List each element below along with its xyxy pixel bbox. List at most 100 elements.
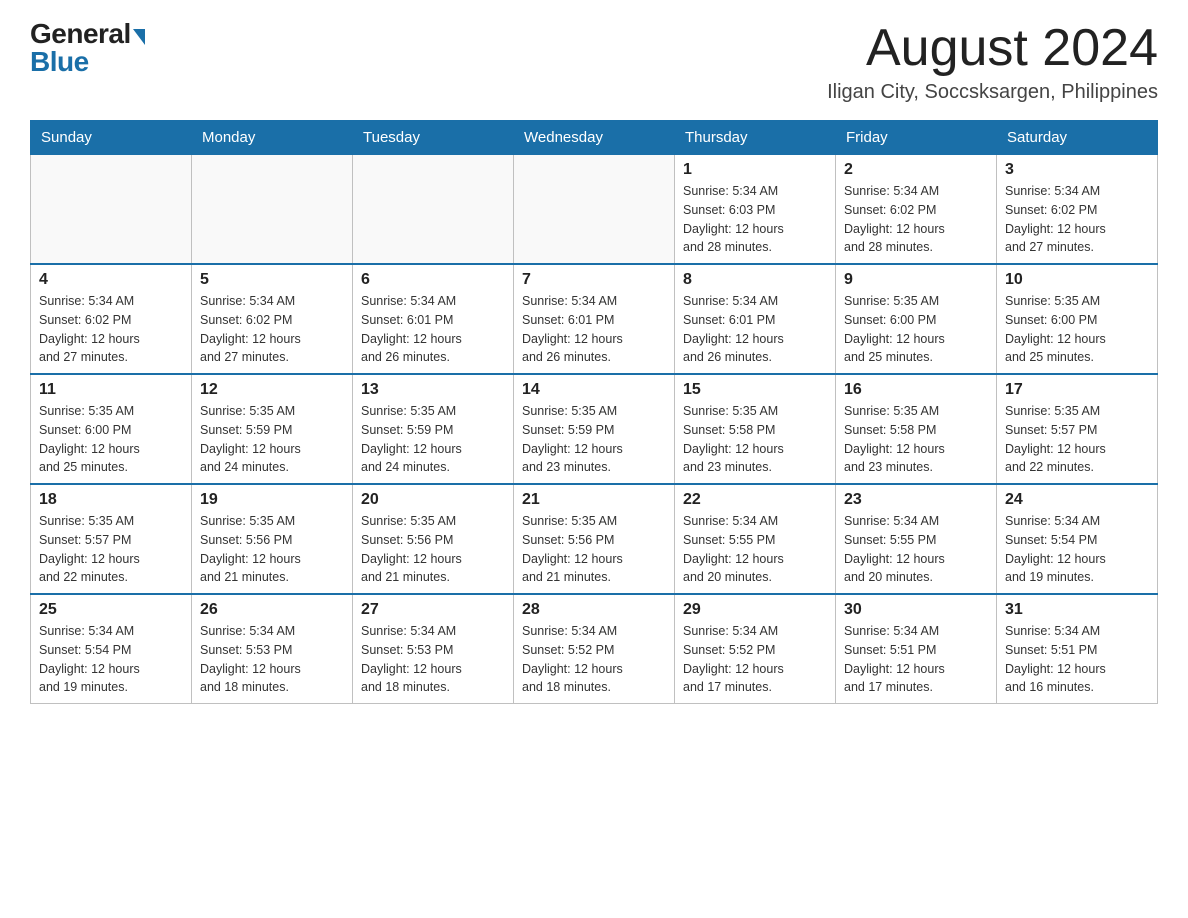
- logo-general-text: General: [30, 20, 131, 48]
- day-info: Sunrise: 5:34 AMSunset: 5:55 PMDaylight:…: [844, 512, 988, 587]
- calendar-cell: 4 Sunrise: 5:34 AMSunset: 6:02 PMDaylight…: [31, 264, 192, 374]
- calendar-cell: 28Sunrise: 5:34 AMSunset: 5:52 PMDayligh…: [514, 594, 675, 704]
- calendar-cell: 27Sunrise: 5:34 AMSunset: 5:53 PMDayligh…: [353, 594, 514, 704]
- calendar-cell: 8 Sunrise: 5:34 AMSunset: 6:01 PMDaylight…: [675, 264, 836, 374]
- calendar-cell: 24 Sunrise: 5:34 AMSunset: 5:54 PMDayligh…: [997, 484, 1158, 594]
- day-info: Sunrise: 5:34 AMSunset: 5:53 PMDaylight:…: [200, 622, 344, 697]
- day-info: Sunrise: 5:34 AMSunset: 6:02 PMDaylight:…: [844, 182, 988, 257]
- calendar-cell: 6 Sunrise: 5:34 AMSunset: 6:01 PMDaylight…: [353, 264, 514, 374]
- day-info: Sunrise: 5:35 AMSunset: 5:57 PMDaylight:…: [39, 512, 183, 587]
- calendar-cell: 19 Sunrise: 5:35 AMSunset: 5:56 PMDayligh…: [192, 484, 353, 594]
- column-header-sunday: Sunday: [31, 121, 192, 155]
- day-number: 9: [844, 271, 988, 289]
- column-header-saturday: Saturday: [997, 121, 1158, 155]
- day-number: 11: [39, 381, 183, 399]
- column-header-friday: Friday: [836, 121, 997, 155]
- day-number: 29: [683, 601, 827, 619]
- calendar-cell: 9 Sunrise: 5:35 AMSunset: 6:00 PMDaylight…: [836, 264, 997, 374]
- day-number: 15: [683, 381, 827, 399]
- day-number: 25: [39, 601, 183, 619]
- day-info: Sunrise: 5:35 AMSunset: 5:57 PMDaylight:…: [1005, 402, 1149, 477]
- day-info: Sunrise: 5:34 AMSunset: 6:02 PMDaylight:…: [39, 292, 183, 367]
- day-info: Sunrise: 5:34 AMSunset: 6:02 PMDaylight:…: [200, 292, 344, 367]
- calendar-cell: 23Sunrise: 5:34 AMSunset: 5:55 PMDayligh…: [836, 484, 997, 594]
- calendar-week-row: 1 Sunrise: 5:34 AMSunset: 6:03 PMDaylight…: [31, 155, 1158, 265]
- day-number: 3: [1005, 161, 1149, 179]
- day-number: 17: [1005, 381, 1149, 399]
- day-info: Sunrise: 5:35 AMSunset: 5:56 PMDaylight:…: [361, 512, 505, 587]
- day-number: 22: [683, 491, 827, 509]
- day-number: 20: [361, 491, 505, 509]
- day-number: 30: [844, 601, 988, 619]
- day-info: Sunrise: 5:35 AMSunset: 5:58 PMDaylight:…: [844, 402, 988, 477]
- calendar-cell: 18Sunrise: 5:35 AMSunset: 5:57 PMDayligh…: [31, 484, 192, 594]
- day-info: Sunrise: 5:35 AMSunset: 5:59 PMDaylight:…: [200, 402, 344, 477]
- calendar-cell: 25 Sunrise: 5:34 AMSunset: 5:54 PMDayligh…: [31, 594, 192, 704]
- column-header-monday: Monday: [192, 121, 353, 155]
- day-info: Sunrise: 5:34 AMSunset: 5:52 PMDaylight:…: [522, 622, 666, 697]
- day-number: 12: [200, 381, 344, 399]
- calendar-table: SundayMondayTuesdayWednesdayThursdayFrid…: [30, 120, 1158, 704]
- calendar-cell: 22 Sunrise: 5:34 AMSunset: 5:55 PMDayligh…: [675, 484, 836, 594]
- page-header: General Blue August 2024 Iligan City, So…: [30, 20, 1158, 104]
- day-info: Sunrise: 5:34 AMSunset: 5:54 PMDaylight:…: [1005, 512, 1149, 587]
- calendar-cell: [353, 155, 514, 265]
- calendar-cell: 21 Sunrise: 5:35 AMSunset: 5:56 PMDayligh…: [514, 484, 675, 594]
- day-info: Sunrise: 5:35 AMSunset: 5:58 PMDaylight:…: [683, 402, 827, 477]
- title-area: August 2024 Iligan City, Soccsksargen, P…: [827, 20, 1158, 104]
- calendar-cell: 12 Sunrise: 5:35 AMSunset: 5:59 PMDayligh…: [192, 374, 353, 484]
- day-number: 8: [683, 271, 827, 289]
- calendar-cell: 2 Sunrise: 5:34 AMSunset: 6:02 PMDaylight…: [836, 155, 997, 265]
- calendar-week-row: 11Sunrise: 5:35 AMSunset: 6:00 PMDayligh…: [31, 374, 1158, 484]
- day-number: 31: [1005, 601, 1149, 619]
- day-info: Sunrise: 5:34 AMSunset: 5:51 PMDaylight:…: [1005, 622, 1149, 697]
- day-number: 19: [200, 491, 344, 509]
- month-title: August 2024: [827, 20, 1158, 77]
- calendar-cell: 7Sunrise: 5:34 AMSunset: 6:01 PMDaylight…: [514, 264, 675, 374]
- day-info: Sunrise: 5:35 AMSunset: 6:00 PMDaylight:…: [844, 292, 988, 367]
- calendar-cell: 20 Sunrise: 5:35 AMSunset: 5:56 PMDayligh…: [353, 484, 514, 594]
- logo-triangle-icon: [133, 29, 145, 45]
- calendar-cell: [192, 155, 353, 265]
- day-info: Sunrise: 5:34 AMSunset: 5:53 PMDaylight:…: [361, 622, 505, 697]
- calendar-header-row: SundayMondayTuesdayWednesdayThursdayFrid…: [31, 121, 1158, 155]
- calendar-cell: 11Sunrise: 5:35 AMSunset: 6:00 PMDayligh…: [31, 374, 192, 484]
- calendar-cell: [31, 155, 192, 265]
- day-info: Sunrise: 5:35 AMSunset: 5:56 PMDaylight:…: [522, 512, 666, 587]
- logo: General Blue: [30, 20, 145, 76]
- calendar-week-row: 4 Sunrise: 5:34 AMSunset: 6:02 PMDaylight…: [31, 264, 1158, 374]
- location-title: Iligan City, Soccsksargen, Philippines: [827, 81, 1158, 104]
- day-number: 26: [200, 601, 344, 619]
- calendar-cell: 15 Sunrise: 5:35 AMSunset: 5:58 PMDayligh…: [675, 374, 836, 484]
- day-number: 2: [844, 161, 988, 179]
- day-info: Sunrise: 5:34 AMSunset: 6:01 PMDaylight:…: [522, 292, 666, 367]
- day-number: 6: [361, 271, 505, 289]
- column-header-thursday: Thursday: [675, 121, 836, 155]
- day-info: Sunrise: 5:34 AMSunset: 5:54 PMDaylight:…: [39, 622, 183, 697]
- day-number: 16: [844, 381, 988, 399]
- day-info: Sunrise: 5:34 AMSunset: 5:55 PMDaylight:…: [683, 512, 827, 587]
- calendar-cell: [514, 155, 675, 265]
- day-number: 1: [683, 161, 827, 179]
- calendar-cell: 5 Sunrise: 5:34 AMSunset: 6:02 PMDaylight…: [192, 264, 353, 374]
- day-info: Sunrise: 5:34 AMSunset: 6:01 PMDaylight:…: [683, 292, 827, 367]
- day-number: 4: [39, 271, 183, 289]
- day-number: 5: [200, 271, 344, 289]
- calendar-cell: 17 Sunrise: 5:35 AMSunset: 5:57 PMDayligh…: [997, 374, 1158, 484]
- day-info: Sunrise: 5:34 AMSunset: 6:01 PMDaylight:…: [361, 292, 505, 367]
- day-info: Sunrise: 5:35 AMSunset: 5:56 PMDaylight:…: [200, 512, 344, 587]
- calendar-cell: 26 Sunrise: 5:34 AMSunset: 5:53 PMDayligh…: [192, 594, 353, 704]
- column-header-wednesday: Wednesday: [514, 121, 675, 155]
- calendar-cell: 16 Sunrise: 5:35 AMSunset: 5:58 PMDayligh…: [836, 374, 997, 484]
- day-number: 21: [522, 491, 666, 509]
- day-number: 24: [1005, 491, 1149, 509]
- day-info: Sunrise: 5:35 AMSunset: 6:00 PMDaylight:…: [1005, 292, 1149, 367]
- logo-blue-text: Blue: [30, 48, 89, 76]
- calendar-cell: 29 Sunrise: 5:34 AMSunset: 5:52 PMDayligh…: [675, 594, 836, 704]
- calendar-cell: 30Sunrise: 5:34 AMSunset: 5:51 PMDayligh…: [836, 594, 997, 704]
- day-info: Sunrise: 5:34 AMSunset: 5:52 PMDaylight:…: [683, 622, 827, 697]
- day-info: Sunrise: 5:34 AMSunset: 6:03 PMDaylight:…: [683, 182, 827, 257]
- day-number: 10: [1005, 271, 1149, 289]
- calendar-cell: 14Sunrise: 5:35 AMSunset: 5:59 PMDayligh…: [514, 374, 675, 484]
- day-number: 14: [522, 381, 666, 399]
